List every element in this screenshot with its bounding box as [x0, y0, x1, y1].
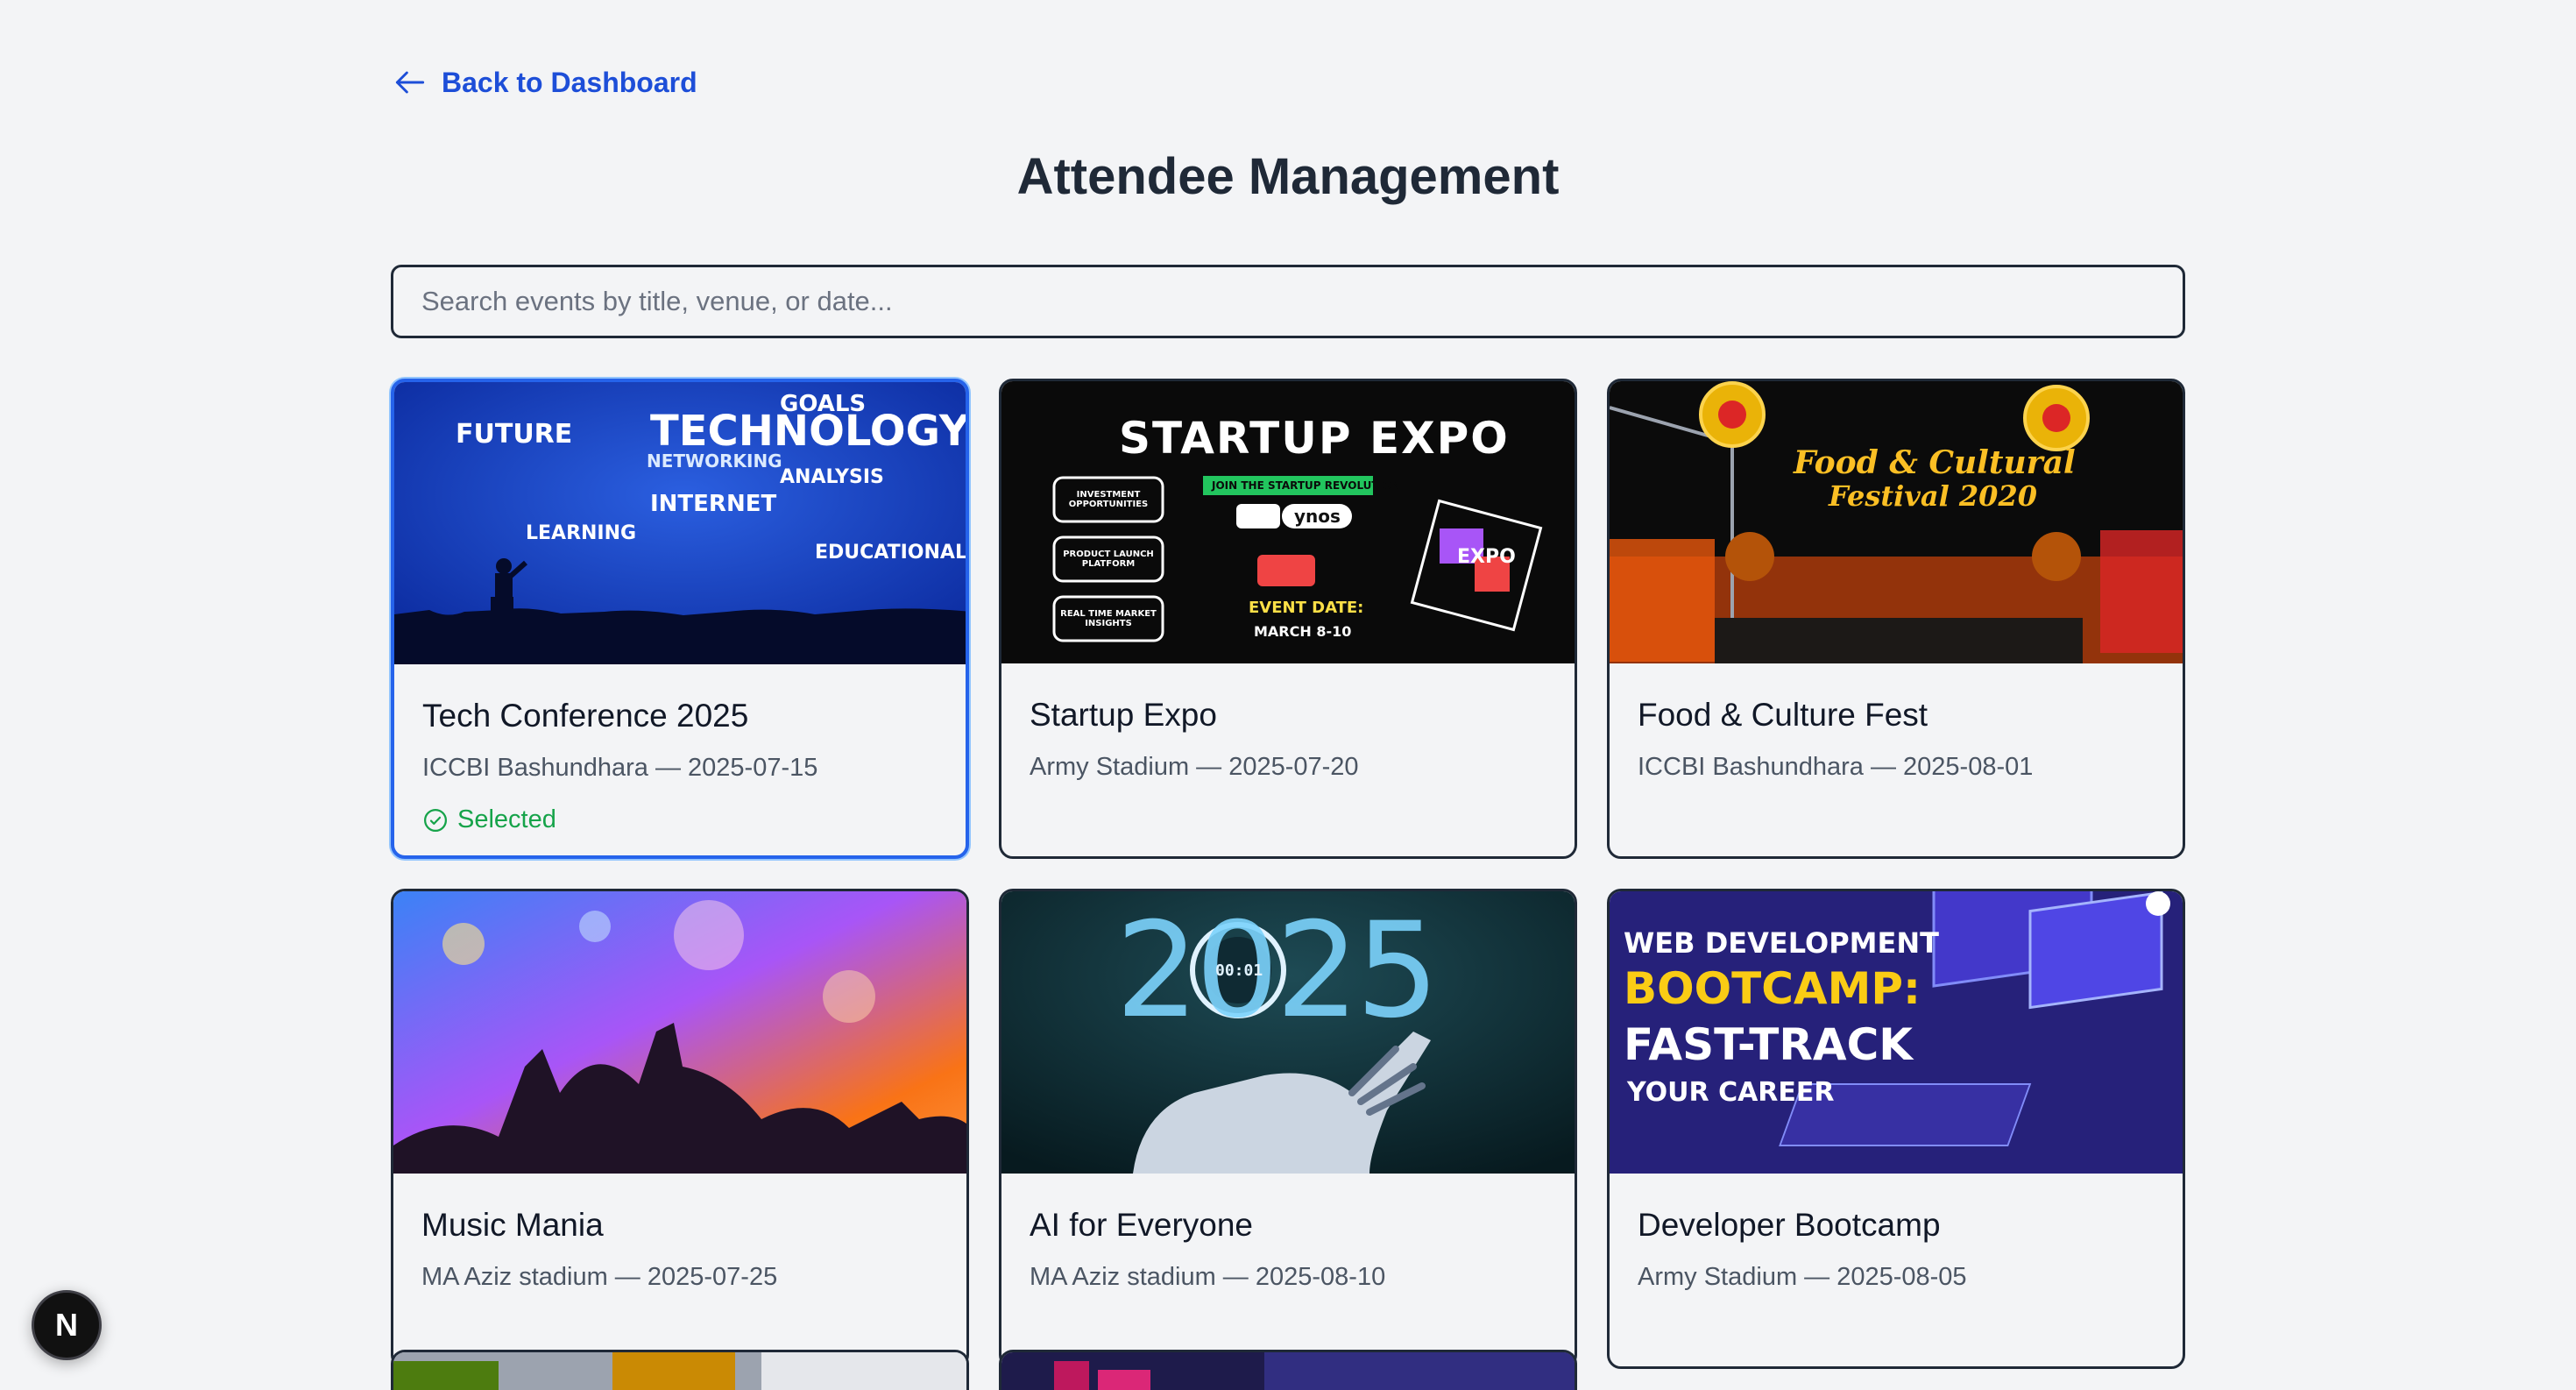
- event-card-partial[interactable]: [999, 1350, 1577, 1390]
- thumb-text: WEB DEVELOPMENT: [1624, 926, 1939, 960]
- event-image-ai-for-everyone: 2025 00:01: [1001, 891, 1575, 1174]
- event-venue-date: ICCBI Bashundhara — 2025-07-15: [422, 754, 818, 782]
- dev-tools-badge-label: N: [55, 1307, 78, 1343]
- selected-label: Selected: [457, 805, 556, 833]
- thumb-text: FUTURE: [456, 419, 573, 450]
- back-to-dashboard-link[interactable]: Back to Dashboard: [391, 63, 697, 102]
- event-image-food-culture-fest: Food & Cultural Festival 2020: [1610, 381, 2183, 663]
- event-card-body: Music Mania MA Aziz stadium — 2025-07-25: [421, 1207, 938, 1292]
- thumb-text: LEARNING: [526, 522, 637, 544]
- event-image-music-mania: [393, 891, 966, 1174]
- event-card-developer-bootcamp[interactable]: WEB DEVELOPMENT BOOTCAMP: FAST-TRACK YOU…: [1607, 889, 2185, 1369]
- arrow-left-icon: [395, 71, 425, 94]
- event-venue-date: MA Aziz stadium — 2025-07-25: [421, 1263, 778, 1291]
- event-image-tech-conference: FUTURE TECHNOLOGY GOALS NETWORKING ANALY…: [394, 382, 966, 664]
- thumb-text: 00:01: [1215, 961, 1263, 980]
- thumb-text: JOIN THE STARTUP REVOLUTION: [1212, 479, 1401, 492]
- event-image-startup-expo: STARTUP EXPO INVESTMENT OPPORTUNITIES PR…: [1001, 381, 1575, 663]
- event-title: Developer Bootcamp: [1638, 1207, 1941, 1243]
- thumb-text: Food & Cultural: [1794, 444, 2076, 481]
- page-title: Attendee Management: [1016, 148, 1560, 205]
- event-card-body: Startup Expo Army Stadium — 2025-07-20: [1030, 697, 1546, 782]
- thumb-text: YOUR CAREER: [1627, 1077, 1835, 1108]
- thumb-text: NETWORKING: [647, 450, 782, 472]
- event-card-food-culture-fest[interactable]: Food & Cultural Festival 2020 Food & Cul…: [1607, 379, 2185, 859]
- event-card-partial[interactable]: [391, 1350, 969, 1390]
- event-venue-date: ICCBI Bashundhara — 2025-08-01: [1638, 753, 2034, 781]
- thumb-text: FAST-TRACK: [1624, 1019, 1914, 1070]
- thumb-text: INVESTMENT OPPORTUNITIES: [1068, 490, 1149, 509]
- events-grid: FUTURE TECHNOLOGY GOALS NETWORKING ANALY…: [391, 379, 2185, 1390]
- event-venue-date: Army Stadium — 2025-08-05: [1638, 1263, 1967, 1291]
- thumb-text: EDUCATIONAL: [815, 542, 966, 564]
- search-events-input[interactable]: [391, 265, 2185, 338]
- event-image-developer-bootcamp: WEB DEVELOPMENT BOOTCAMP: FAST-TRACK YOU…: [1610, 891, 2183, 1174]
- thumb-text: GOALS: [780, 391, 867, 417]
- event-image-partial: [393, 1352, 966, 1390]
- event-card-body: Food & Culture Fest ICCBI Bashundhara — …: [1638, 697, 2155, 782]
- thumb-text: STARTUP EXPO: [1119, 413, 1510, 464]
- event-venue-date: Army Stadium — 2025-07-20: [1030, 753, 1359, 781]
- thumb-text: EXPO: [1457, 546, 1516, 568]
- event-card-ai-for-everyone[interactable]: 2025 00:01 AI for Everyone MA Aziz stadi…: [999, 889, 1577, 1369]
- thumb-text: INTERNET: [650, 491, 777, 517]
- event-venue-date: MA Aziz stadium — 2025-08-10: [1030, 1263, 1386, 1291]
- event-title: AI for Everyone: [1030, 1207, 1254, 1243]
- thumb-text: EVENT DATE:: [1249, 599, 1364, 617]
- thumb-text: Festival 2020: [1829, 479, 2037, 513]
- selected-indicator: Selected: [422, 805, 938, 834]
- thumb-text: ynos: [1294, 506, 1341, 527]
- thumb-text: REAL TIME MARKET INSIGHTS: [1060, 609, 1157, 628]
- event-title: Food & Culture Fest: [1638, 697, 1928, 733]
- event-card-body: Developer Bootcamp Army Stadium — 2025-0…: [1638, 1207, 2155, 1292]
- event-card-body: Tech Conference 2025 ICCBI Bashundhara —…: [422, 698, 938, 834]
- event-card-body: AI for Everyone MA Aziz stadium — 2025-0…: [1030, 1207, 1546, 1292]
- event-title: Startup Expo: [1030, 697, 1217, 733]
- thumb-text: 2025: [1115, 895, 1440, 1047]
- event-card-tech-conference[interactable]: FUTURE TECHNOLOGY GOALS NETWORKING ANALY…: [391, 379, 969, 859]
- event-card-startup-expo[interactable]: STARTUP EXPO INVESTMENT OPPORTUNITIES PR…: [999, 379, 1577, 859]
- event-title: Music Mania: [421, 1207, 604, 1243]
- thumb-text: MARCH 8-10: [1254, 623, 1352, 640]
- back-link-label: Back to Dashboard: [442, 66, 697, 98]
- check-circle-icon: [424, 808, 447, 832]
- event-card-music-mania[interactable]: Music Mania MA Aziz stadium — 2025-07-25: [391, 889, 969, 1369]
- dev-tools-badge[interactable]: N: [32, 1290, 102, 1360]
- event-title: Tech Conference 2025: [422, 698, 749, 734]
- thumb-text: ANALYSIS: [780, 466, 884, 488]
- thumb-text: BOOTCAMP:: [1624, 963, 1921, 1014]
- thumb-text: PRODUCT LAUNCH PLATFORM: [1063, 550, 1154, 569]
- event-image-partial: [1001, 1352, 1575, 1390]
